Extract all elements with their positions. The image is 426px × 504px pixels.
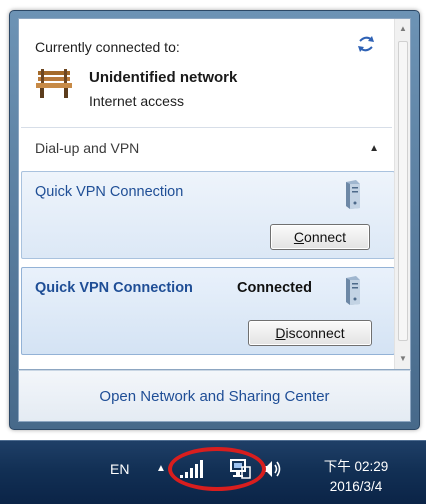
- vpn-connection-item[interactable]: Quick VPN Connection Connect: [21, 171, 395, 259]
- dialup-vpn-header[interactable]: Dial-up and VPN ▲: [19, 131, 395, 165]
- scroll-up-arrow-icon[interactable]: ▲: [395, 21, 411, 37]
- vpn-connection-status: Connected: [237, 280, 312, 296]
- vpn-connection-item[interactable]: Quick VPN Connection Connected Disconnec…: [21, 267, 395, 355]
- vpn-server-icon: [342, 274, 362, 306]
- network-name: Unidentified network: [89, 69, 238, 86]
- connect-button[interactable]: Connect: [270, 224, 370, 250]
- dialup-vpn-label: Dial-up and VPN: [35, 140, 140, 156]
- highlight-annotation-circle: [168, 447, 266, 491]
- network-access-status: Internet access: [89, 93, 184, 109]
- flyout-footer: Open Network and Sharing Center: [18, 370, 411, 422]
- connected-heading: Currently connected to:: [35, 39, 180, 55]
- taskbar: EN ▲ 下午 02:29 2016/3/4: [0, 440, 426, 504]
- refresh-arrows-icon[interactable]: [355, 33, 377, 55]
- scroll-down-arrow-icon[interactable]: ▼: [395, 351, 411, 367]
- scrollbar[interactable]: ▲ ▼: [394, 19, 410, 369]
- vpn-connection-name: Quick VPN Connection: [35, 184, 184, 200]
- vpn-server-icon: [342, 178, 362, 210]
- bench-icon: [35, 67, 73, 99]
- scroll-thumb[interactable]: [398, 41, 408, 341]
- vpn-connection-name: Quick VPN Connection: [35, 280, 193, 296]
- chevron-up-icon[interactable]: ▲: [369, 143, 379, 154]
- language-indicator[interactable]: EN: [110, 461, 129, 477]
- clock-time[interactable]: 下午 02:29: [316, 455, 396, 475]
- section-divider: [21, 127, 392, 128]
- show-hidden-icons-button[interactable]: ▲: [156, 463, 166, 474]
- clock-date[interactable]: 2016/3/4: [316, 479, 396, 494]
- disconnect-button[interactable]: Disconnect: [248, 320, 372, 346]
- network-list-panel: Currently connected to: Unidentified net…: [18, 18, 411, 370]
- open-network-sharing-center-link[interactable]: Open Network and Sharing Center: [99, 388, 329, 405]
